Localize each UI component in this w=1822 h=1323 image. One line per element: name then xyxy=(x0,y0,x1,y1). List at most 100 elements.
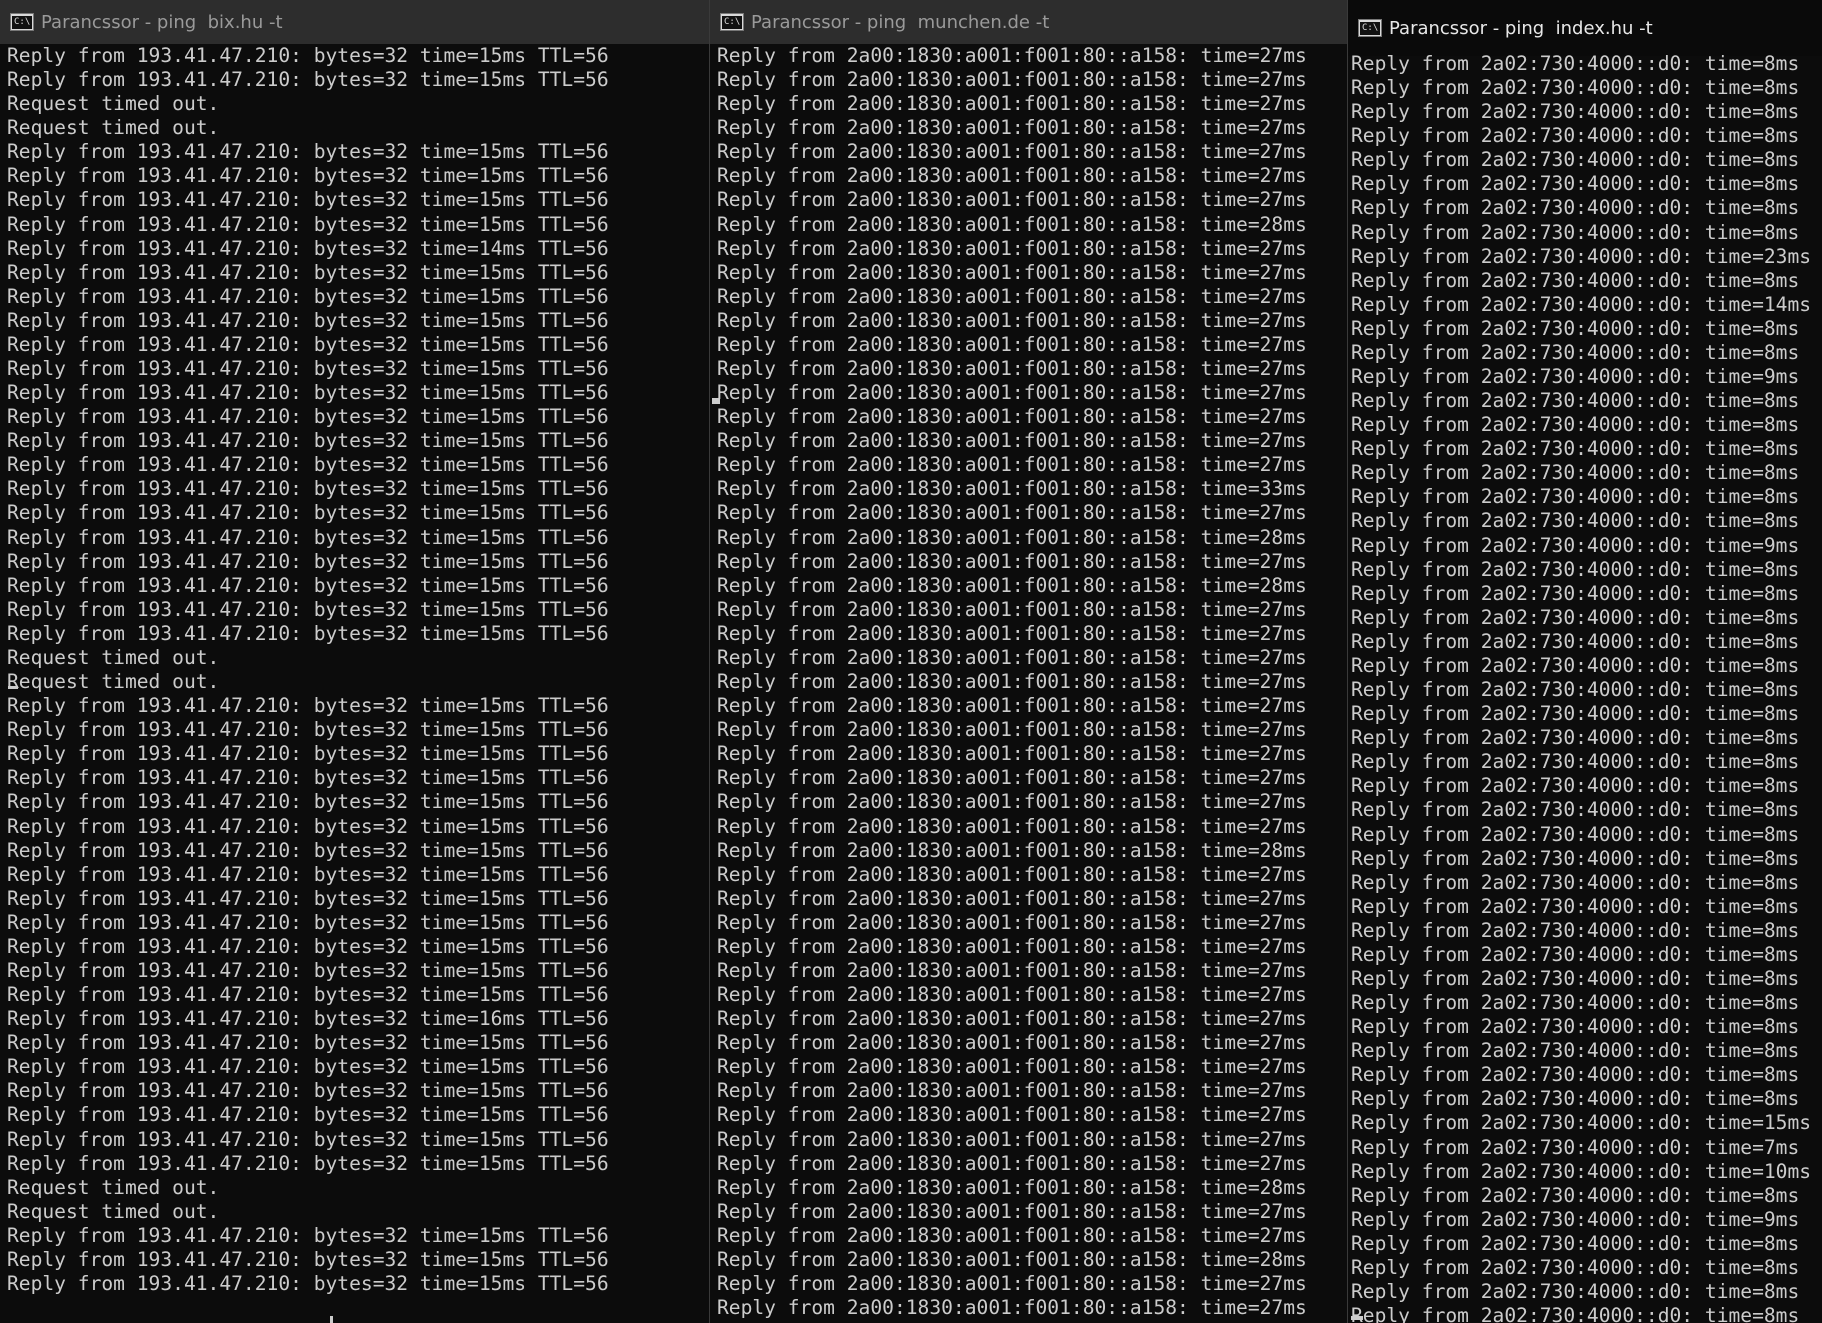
console-line: Reply from 2a02:730:4000::d0: time=8ms xyxy=(1351,774,1800,798)
console-line: Reply from 2a00:1830:a001:f001:80::a158:… xyxy=(717,140,1307,164)
console-line: Reply from 2a02:730:4000::d0: time=8ms xyxy=(1351,52,1800,75)
console-line: Reply from 2a00:1830:a001:f001:80::a158:… xyxy=(717,862,1307,886)
console-line: Reply from 2a00:1830:a001:f001:80::a158:… xyxy=(717,1007,1307,1031)
console-line: Reply from 2a00:1830:a001:f001:80::a158:… xyxy=(717,1127,1307,1151)
console-line: Reply from 2a00:1830:a001:f001:80::a158:… xyxy=(717,670,1307,694)
command-prompt-icon: C:\ xyxy=(1358,19,1382,37)
console-line: Reply from 2a00:1830:a001:f001:80::a158:… xyxy=(717,236,1307,260)
console-line: Reply from 193.41.47.210: bytes=32 time=… xyxy=(7,1271,609,1295)
console-line: Reply from 2a00:1830:a001:f001:80::a158:… xyxy=(717,477,1307,501)
console-line: Request timed out. xyxy=(7,1199,220,1223)
console-line: Reply from 2a02:730:4000::d0: time=8ms xyxy=(1351,485,1800,509)
console-line: Reply from 2a00:1830:a001:f001:80::a158:… xyxy=(717,766,1307,790)
terminal-window-bix[interactable]: C:\ Parancssor - ping bix.hu -t Reply fr… xyxy=(0,0,710,1323)
console-line: Reply from 2a02:730:4000::d0: time=8ms xyxy=(1351,413,1800,437)
console-output[interactable]: Reply from 193.41.47.210: bytes=32 time=… xyxy=(0,44,709,1296)
console-line: Reply from 2a02:730:4000::d0: time=8ms xyxy=(1351,750,1800,774)
console-line: Reply from 2a02:730:4000::d0: time=8ms xyxy=(1351,1039,1800,1063)
console-line: Reply from 2a02:730:4000::d0: time=8ms xyxy=(1351,316,1800,340)
console-line: Reply from 2a02:730:4000::d0: time=8ms xyxy=(1351,702,1800,726)
terminal-window-munchen[interactable]: C:\ Parancssor - ping munchen.de -t Repl… xyxy=(710,0,1348,1323)
console-line: Reply from 2a00:1830:a001:f001:80::a158:… xyxy=(717,357,1307,381)
console-line: Reply from 2a02:730:4000::d0: time=8ms xyxy=(1351,629,1800,653)
console-line: Reply from 2a02:730:4000::d0: time=8ms xyxy=(1351,991,1800,1015)
console-line: Reply from 2a00:1830:a001:f001:80::a158:… xyxy=(717,597,1307,621)
console-line: Reply from 193.41.47.210: bytes=32 time=… xyxy=(7,573,609,597)
console-line: Reply from 2a02:730:4000::d0: time=8ms xyxy=(1351,678,1800,702)
console-line: Reply from 193.41.47.210: bytes=32 time=… xyxy=(7,549,609,573)
console-line: Reply from 2a02:730:4000::d0: time=8ms xyxy=(1351,726,1800,750)
console-line: Reply from 2a02:730:4000::d0: time=8ms xyxy=(1351,1063,1800,1087)
console-line: Reply from 193.41.47.210: bytes=32 time=… xyxy=(7,44,609,67)
console-line: Reply from 2a02:730:4000::d0: time=8ms xyxy=(1351,172,1800,196)
console-line: Reply from 2a02:730:4000::d0: time=8ms xyxy=(1351,1231,1800,1255)
window-title: Parancssor - ping bix.hu -t xyxy=(41,11,283,33)
console-line: Reply from 2a02:730:4000::d0: time=8ms xyxy=(1351,220,1800,244)
console-line: Reply from 193.41.47.210: bytes=32 time=… xyxy=(7,1151,609,1175)
console-line: Reply from 193.41.47.210: bytes=32 time=… xyxy=(7,597,609,621)
console-line: Reply from 193.41.47.210: bytes=32 time=… xyxy=(7,308,609,332)
text-cursor xyxy=(8,686,18,689)
console-line: Reply from 2a02:730:4000::d0: time=9ms xyxy=(1351,533,1800,557)
console-line: Reply from 2a02:730:4000::d0: time=8ms xyxy=(1351,340,1800,364)
console-line: Reply from 2a00:1830:a001:f001:80::a158:… xyxy=(717,1199,1307,1223)
console-output[interactable]: Reply from 2a00:1830:a001:f001:80::a158:… xyxy=(710,44,1347,1320)
console-line: Reply from 2a00:1830:a001:f001:80::a158:… xyxy=(717,645,1307,669)
console-line: Reply from 193.41.47.210: bytes=32 time=… xyxy=(7,477,609,501)
console-line: Reply from 2a02:730:4000::d0: time=9ms xyxy=(1351,365,1800,389)
console-line: Reply from 2a00:1830:a001:f001:80::a158:… xyxy=(717,838,1307,862)
terminal-window-index[interactable]: C:\ Parancssor - ping index.hu -t Reply … xyxy=(1348,0,1822,1323)
console-line: Reply from 2a02:730:4000::d0: time=8ms xyxy=(1351,509,1800,533)
console-line: Reply from 193.41.47.210: bytes=32 time=… xyxy=(7,862,609,886)
text-cursor xyxy=(330,1316,333,1323)
console-line: Reply from 2a00:1830:a001:f001:80::a158:… xyxy=(717,525,1307,549)
console-line: Reply from 193.41.47.210: bytes=32 time=… xyxy=(7,1055,609,1079)
console-line: Reply from 193.41.47.210: bytes=32 time=… xyxy=(7,236,609,260)
console-line: Reply from 2a00:1830:a001:f001:80::a158:… xyxy=(717,1103,1307,1127)
window-titlebar[interactable]: C:\ Parancssor - ping index.hu -t xyxy=(1348,0,1822,56)
console-line: Reply from 193.41.47.210: bytes=32 time=… xyxy=(7,718,609,742)
console-line: Reply from 193.41.47.210: bytes=32 time=… xyxy=(7,838,609,862)
console-line: Reply from 193.41.47.210: bytes=32 time=… xyxy=(7,1007,609,1031)
console-line: Reply from 193.41.47.210: bytes=32 time=… xyxy=(7,694,609,718)
console-line: Reply from 2a00:1830:a001:f001:80::a158:… xyxy=(717,308,1307,332)
console-line: Reply from 193.41.47.210: bytes=32 time=… xyxy=(7,983,609,1007)
console-line: Reply from 2a00:1830:a001:f001:80::a158:… xyxy=(717,983,1307,1007)
console-line: Reply from 193.41.47.210: bytes=32 time=… xyxy=(7,766,609,790)
console-line: Reply from 2a00:1830:a001:f001:80::a158:… xyxy=(717,1055,1307,1079)
console-line: Reply from 193.41.47.210: bytes=32 time=… xyxy=(7,260,609,284)
console-line: Reply from 193.41.47.210: bytes=32 time=… xyxy=(7,790,609,814)
console-line: Reply from 2a02:730:4000::d0: time=8ms xyxy=(1351,1087,1800,1111)
console-line: Reply from 2a02:730:4000::d0: time=8ms xyxy=(1351,389,1800,413)
console-line: Reply from 2a02:730:4000::d0: time=8ms xyxy=(1351,918,1800,942)
console-line: Request timed out. xyxy=(7,116,220,140)
window-titlebar[interactable]: C:\ Parancssor - ping munchen.de -t xyxy=(710,0,1347,44)
console-line: Reply from 2a02:730:4000::d0: time=8ms xyxy=(1351,653,1800,677)
console-line: Reply from 2a00:1830:a001:f001:80::a158:… xyxy=(717,718,1307,742)
console-line: Reply from 193.41.47.210: bytes=32 time=… xyxy=(7,429,609,453)
console-line: Reply from 193.41.47.210: bytes=32 time=… xyxy=(7,381,609,405)
console-line: Reply from 2a02:730:4000::d0: time=8ms xyxy=(1351,605,1800,629)
console-output[interactable]: Reply from 2a02:730:4000::d0: time=8ms Re… xyxy=(1348,52,1822,1323)
window-title: Parancssor - ping munchen.de -t xyxy=(751,11,1050,33)
window-titlebar[interactable]: C:\ Parancssor - ping bix.hu -t xyxy=(0,0,709,44)
console-line: Reply from 2a02:730:4000::d0: time=8ms xyxy=(1351,798,1800,822)
console-line: Reply from 2a02:730:4000::d0: time=14ms xyxy=(1351,292,1812,316)
console-line: Reply from 2a02:730:4000::d0: time=8ms xyxy=(1351,870,1800,894)
console-line: Reply from 2a00:1830:a001:f001:80::a158:… xyxy=(717,886,1307,910)
console-line: Reply from 193.41.47.210: bytes=32 time=… xyxy=(7,164,609,188)
window-title: Parancssor - ping index.hu -t xyxy=(1389,17,1653,39)
console-line: Reply from 193.41.47.210: bytes=32 time=… xyxy=(7,1223,609,1247)
console-line: Reply from 193.41.47.210: bytes=32 time=… xyxy=(7,140,609,164)
console-line: Reply from 193.41.47.210: bytes=32 time=… xyxy=(7,958,609,982)
console-line: Reply from 2a00:1830:a001:f001:80::a158:… xyxy=(717,453,1307,477)
console-line: Reply from 2a02:730:4000::d0: time=8ms xyxy=(1351,557,1800,581)
console-line: Reply from 2a00:1830:a001:f001:80::a158:… xyxy=(717,1031,1307,1055)
console-line: Reply from 2a02:730:4000::d0: time=7ms xyxy=(1351,1135,1800,1159)
console-line: Reply from 2a00:1830:a001:f001:80::a158:… xyxy=(717,284,1307,308)
command-prompt-icon: C:\ xyxy=(10,13,34,31)
console-line: Reply from 193.41.47.210: bytes=32 time=… xyxy=(7,934,609,958)
console-line: Reply from 193.41.47.210: bytes=32 time=… xyxy=(7,910,609,934)
text-cursor xyxy=(712,398,720,404)
console-line: Reply from 2a02:730:4000::d0: time=9ms xyxy=(1351,1207,1800,1231)
